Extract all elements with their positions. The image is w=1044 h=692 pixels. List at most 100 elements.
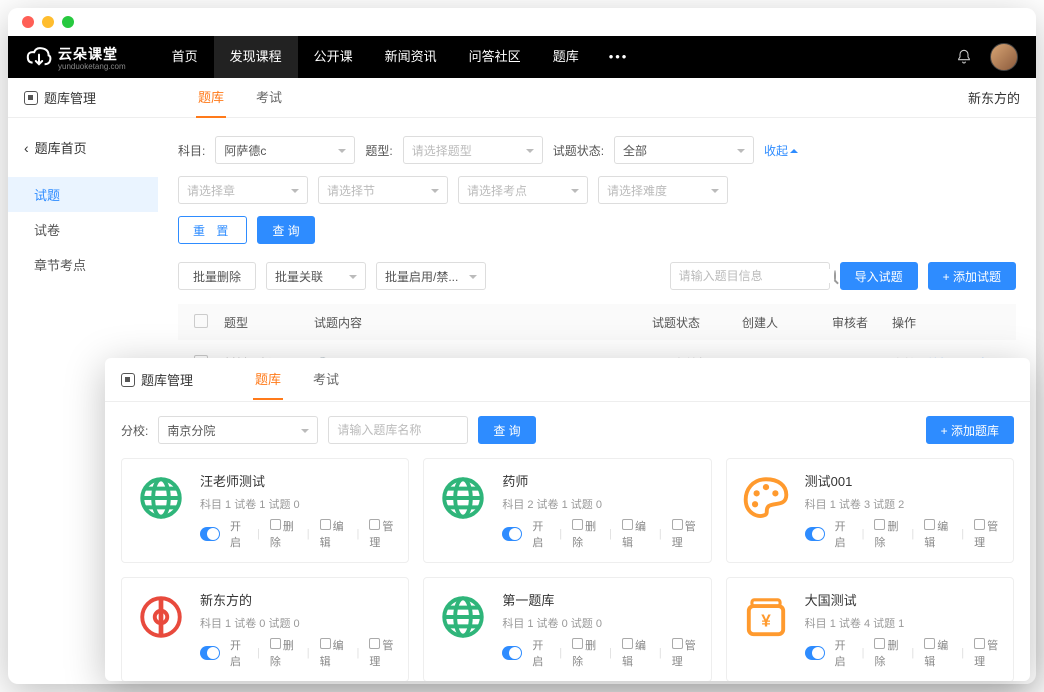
card-edit[interactable]: 编辑 <box>622 637 649 669</box>
toggle-switch[interactable] <box>200 646 220 660</box>
bank-name: 新东方的 <box>968 88 1020 107</box>
overlay-title: 题库管理 <box>141 370 193 389</box>
point-select[interactable]: 请选择考点 <box>458 176 588 204</box>
branch-select[interactable]: 南京分院 <box>158 416 318 444</box>
nav-discover[interactable]: 发现课程 <box>214 36 298 78</box>
sidebar: ‹ 题库首页 试题 试卷 章节考点 <box>8 118 158 398</box>
edit-icon <box>622 519 633 530</box>
grid-icon <box>974 638 985 649</box>
search-input[interactable] <box>679 269 834 283</box>
search-button[interactable]: 查 询 <box>257 216 314 244</box>
reset-button[interactable]: 重 置 <box>178 216 247 244</box>
trash-icon <box>874 638 885 649</box>
card-edit[interactable]: 编辑 <box>924 637 951 669</box>
toggle-label: 开启 <box>835 637 852 669</box>
table-header: 题型 试题内容 试题状态 创建人 审核者 操作 <box>178 304 1016 340</box>
difficulty-select[interactable]: 请选择难度 <box>598 176 728 204</box>
toggle-switch[interactable] <box>805 527 825 541</box>
bank-card[interactable]: 药师 科目 2 试卷 1 试题 0 开启 | 删除 | 编辑 | 管理 <box>423 458 711 563</box>
section-select[interactable]: 请选择节 <box>318 176 448 204</box>
close-dot[interactable] <box>22 16 34 28</box>
checkbox-all[interactable] <box>194 314 208 328</box>
nav-home[interactable]: 首页 <box>156 36 214 78</box>
batch-enable-select[interactable]: 批量启用/禁... <box>376 262 486 290</box>
card-manage[interactable]: 管理 <box>369 637 396 669</box>
trash-icon <box>572 638 583 649</box>
card-meta: 科目 2 试卷 1 试题 0 <box>502 496 698 512</box>
toggle-label: 开启 <box>532 518 549 550</box>
search-box[interactable] <box>670 262 830 290</box>
nav-open-course[interactable]: 公开课 <box>298 36 369 78</box>
chapter-select[interactable]: 请选择章 <box>178 176 308 204</box>
nav-news[interactable]: 新闻资讯 <box>369 36 453 78</box>
collapse-link[interactable]: 收起 <box>764 142 798 159</box>
trash-icon <box>572 519 583 530</box>
toggle-switch[interactable] <box>502 646 522 660</box>
toggle-switch[interactable] <box>200 527 220 541</box>
toggle-label: 开启 <box>230 637 247 669</box>
status-select[interactable]: 全部 <box>614 136 754 164</box>
module-icon <box>121 373 135 387</box>
card-edit[interactable]: 编辑 <box>320 518 347 550</box>
bank-card[interactable]: 大国测试 科目 1 试卷 4 试题 1 开启 | 删除 | 编辑 | 管理 <box>726 577 1014 681</box>
sidebar-item-questions[interactable]: 试题 <box>8 177 158 212</box>
cloud-icon <box>26 45 52 69</box>
overlay-tab-exam[interactable]: 考试 <box>311 359 341 400</box>
card-manage[interactable]: 管理 <box>974 637 1001 669</box>
logo[interactable]: 云朵课堂 yunduoketang.com <box>26 44 126 71</box>
card-icon <box>436 471 490 525</box>
tab-bank[interactable]: 题库 <box>196 77 226 118</box>
nav-qa[interactable]: 问答社区 <box>453 36 537 78</box>
bank-card[interactable]: 测试001 科目 1 试卷 3 试题 2 开启 | 删除 | 编辑 | 管理 <box>726 458 1014 563</box>
tab-exam[interactable]: 考试 <box>254 77 284 118</box>
card-manage[interactable]: 管理 <box>369 518 396 550</box>
sidebar-item-papers[interactable]: 试卷 <box>8 212 158 247</box>
bell-icon[interactable] <box>956 49 972 65</box>
bank-name-input[interactable] <box>328 416 468 444</box>
card-delete[interactable]: 删除 <box>270 518 297 550</box>
card-edit[interactable]: 编辑 <box>320 637 347 669</box>
card-delete[interactable]: 删除 <box>874 637 901 669</box>
card-edit[interactable]: 编辑 <box>924 518 951 550</box>
card-title: 大国测试 <box>805 590 1001 609</box>
edit-icon <box>320 519 331 530</box>
toggle-switch[interactable] <box>805 646 825 660</box>
bank-card[interactable]: 汪老师测试 科目 1 试卷 1 试题 0 开启 | 删除 | 编辑 | 管理 <box>121 458 409 563</box>
subject-select[interactable]: 阿萨德c <box>215 136 355 164</box>
card-manage[interactable]: 管理 <box>672 637 699 669</box>
nav-bank[interactable]: 题库 <box>537 36 595 78</box>
add-bank-button[interactable]: + 添加题库 <box>926 416 1014 444</box>
import-button[interactable]: 导入试题 <box>840 262 918 290</box>
bank-card[interactable]: 第一题库 科目 1 试卷 0 试题 0 开启 | 删除 | 编辑 | 管理 <box>423 577 711 681</box>
logo-text: 云朵课堂 <box>58 44 126 64</box>
status-label: 试题状态: <box>553 142 604 159</box>
maximize-dot[interactable] <box>62 16 74 28</box>
avatar[interactable] <box>990 43 1018 71</box>
sidebar-back[interactable]: ‹ 题库首页 <box>8 130 158 165</box>
card-delete[interactable]: 删除 <box>270 637 297 669</box>
batch-delete-button[interactable]: 批量删除 <box>178 262 256 290</box>
overlay-search-button[interactable]: 查 询 <box>478 416 535 444</box>
card-manage[interactable]: 管理 <box>974 518 1001 550</box>
card-edit[interactable]: 编辑 <box>622 518 649 550</box>
type-label: 题型: <box>365 142 392 159</box>
edit-icon <box>320 638 331 649</box>
bank-card[interactable]: 新东方的 科目 1 试卷 0 试题 0 开启 | 删除 | 编辑 | 管理 <box>121 577 409 681</box>
overlay-window: 题库管理 题库 考试 分校: 南京分院 查 询 + 添加题库 汪老师测试 科目 … <box>105 358 1030 681</box>
overlay-tab-bank[interactable]: 题库 <box>253 359 283 400</box>
card-delete[interactable]: 删除 <box>572 637 599 669</box>
toggle-switch[interactable] <box>502 527 522 541</box>
card-delete[interactable]: 删除 <box>572 518 599 550</box>
add-question-button[interactable]: + 添加试题 <box>928 262 1016 290</box>
sidebar-back-label: 题库首页 <box>35 138 87 157</box>
logo-subtext: yunduoketang.com <box>58 62 126 71</box>
edit-icon <box>622 638 633 649</box>
grid-icon <box>974 519 985 530</box>
type-select[interactable]: 请选择题型 <box>403 136 543 164</box>
sidebar-item-chapters[interactable]: 章节考点 <box>8 247 158 282</box>
card-manage[interactable]: 管理 <box>672 518 699 550</box>
minimize-dot[interactable] <box>42 16 54 28</box>
nav-more[interactable]: ••• <box>595 36 643 78</box>
card-delete[interactable]: 删除 <box>874 518 901 550</box>
batch-link-select[interactable]: 批量关联 <box>266 262 366 290</box>
